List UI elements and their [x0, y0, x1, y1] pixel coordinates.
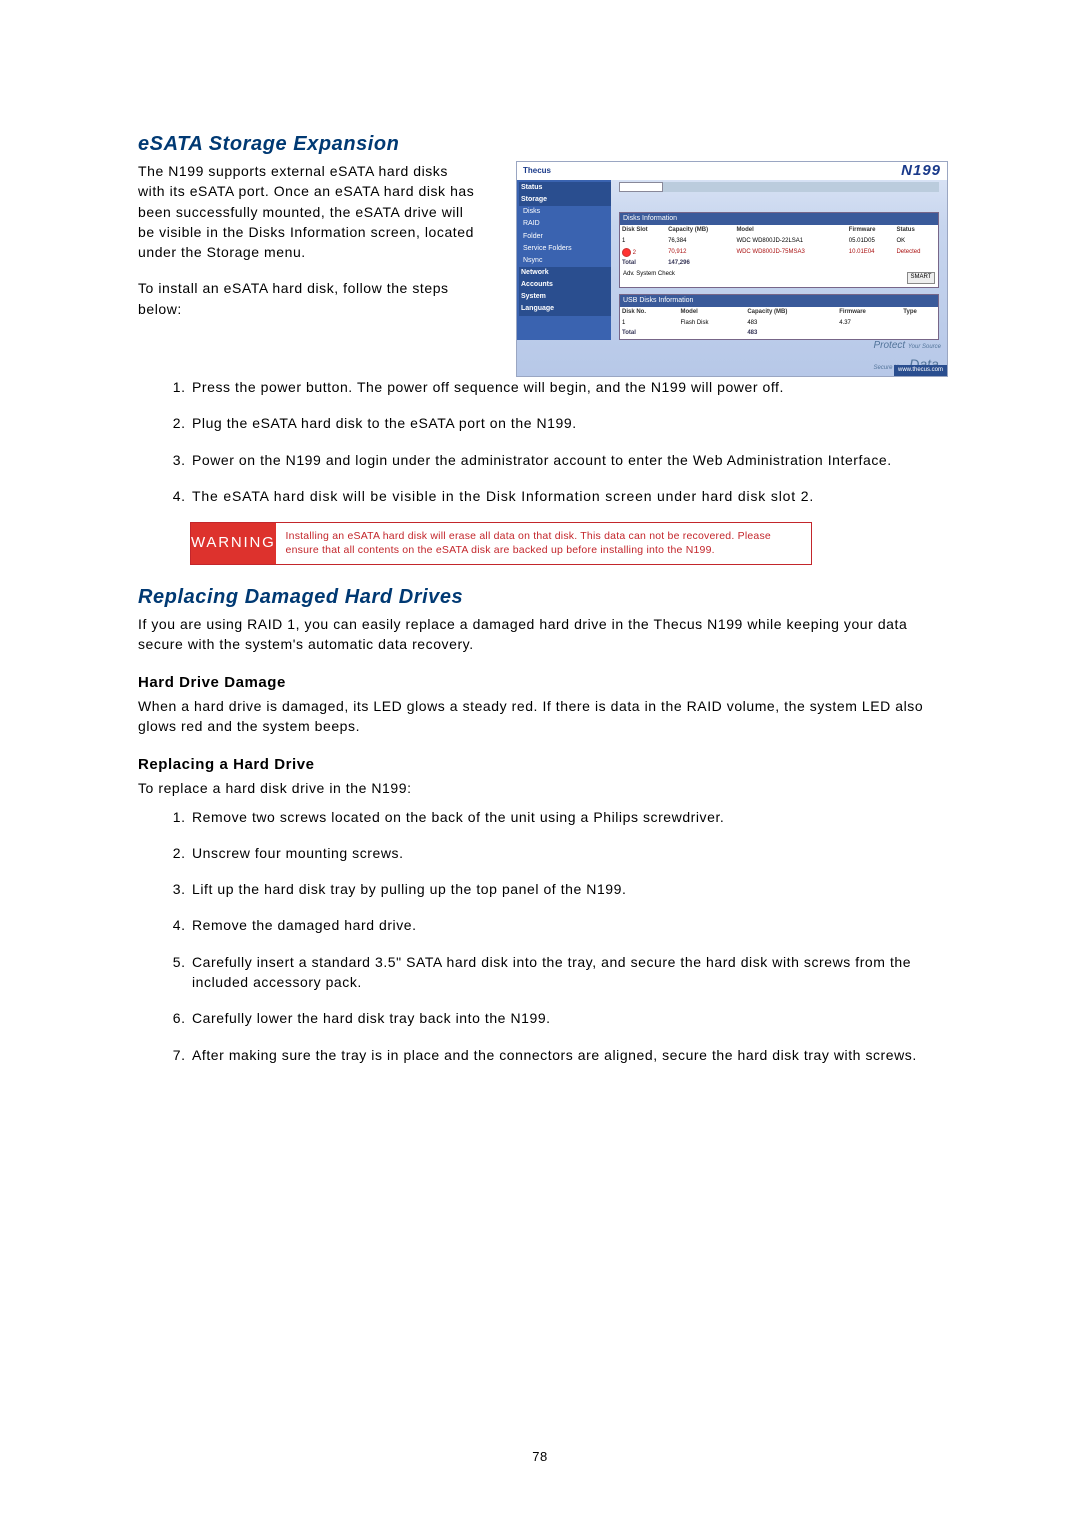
list-item: Press the power button. The power off se… [190, 377, 948, 397]
list-item: After making sure the tray is in place a… [190, 1045, 948, 1065]
list-item: Remove the damaged hard drive. [190, 915, 948, 935]
esata-steps: Press the power button. The power off se… [190, 377, 948, 506]
nav-nsync[interactable]: Nsync [519, 255, 611, 267]
table-row: Disk No. Model Capacity (MB) Firmware Ty… [620, 307, 938, 318]
para-hd-damage: When a hard drive is damaged, its LED gl… [138, 696, 948, 737]
col-fw: Firmware [847, 225, 895, 236]
col-cap: Capacity (MB) [666, 225, 734, 236]
warning-label: WARNING [191, 523, 276, 563]
nav-folder[interactable]: Folder [519, 231, 611, 243]
heading-hd-damage: Hard Drive Damage [138, 672, 948, 694]
list-item: Carefully insert a standard 3.5" SATA ha… [190, 952, 948, 993]
col-status: Status [894, 225, 938, 236]
para-replacing-intro: If you are using RAID 1, you can easily … [138, 614, 948, 655]
screenshot-disk-info: Thecus N199 Status Storage Disks RAID Fo… [516, 161, 948, 377]
side-nav: Status Storage Disks RAID Folder Service… [517, 180, 611, 340]
replace-steps: Remove two screws located on the back of… [190, 807, 948, 1065]
table-row: 1 76,384 WDC WD800JD-22LSA1 05.01D05 OK [620, 236, 938, 247]
table-row: Total 483 [620, 328, 938, 339]
nav-language[interactable]: Language [519, 303, 611, 315]
col-slot: Disk Slot [620, 225, 666, 236]
para-replace-intro: To replace a hard disk drive in the N199… [138, 778, 948, 798]
list-item: Lift up the hard disk tray by pulling up… [190, 879, 948, 899]
heading-esata: eSATA Storage Expansion [138, 130, 948, 159]
nav-system[interactable]: System [519, 291, 611, 303]
table-row: Disk Slot Capacity (MB) Model Firmware S… [620, 225, 938, 236]
panel-title-disks: Disks Information [620, 213, 938, 225]
list-item: Carefully lower the hard disk tray back … [190, 1008, 948, 1028]
warning-box: WARNING Installing an eSATA hard disk wi… [190, 522, 812, 564]
table-row: Total 147,296 [620, 258, 938, 269]
heading-replacing: Replacing Damaged Hard Drives [138, 583, 948, 612]
table-row: 2 70,912 WDC WD800JD-75MSA3 10.01E04 Det… [620, 247, 938, 259]
model-label: N199 [901, 161, 941, 182]
heading-replace-hd: Replacing a Hard Drive [138, 754, 948, 776]
list-item: Unscrew four mounting screws. [190, 843, 948, 863]
search-input[interactable] [619, 182, 663, 192]
table-usb: Disk No. Model Capacity (MB) Firmware Ty… [620, 307, 938, 339]
panel-usb-info: USB Disks Information Disk No. Model Cap… [619, 294, 939, 340]
nav-accounts[interactable]: Accounts [519, 279, 611, 291]
smart-button[interactable]: SMART [907, 272, 935, 284]
warn-icon [622, 248, 631, 257]
nav-status[interactable]: Status [519, 182, 611, 194]
panel-title-usb: USB Disks Information [620, 295, 938, 307]
table-disks: Disk Slot Capacity (MB) Model Firmware S… [620, 225, 938, 269]
smart-label: Adv. System Check [623, 271, 675, 277]
nav-disks[interactable]: Disks [519, 206, 611, 218]
list-item: The eSATA hard disk will be visible in t… [190, 486, 948, 506]
page-number: 78 [0, 1448, 1080, 1467]
table-row: 1 Flash Disk 483 4.37 [620, 318, 938, 329]
warning-text: Installing an eSATA hard disk will erase… [276, 523, 811, 563]
brand-logo: Thecus [523, 165, 551, 177]
list-item: Remove two screws located on the back of… [190, 807, 948, 827]
para-esata-presteps: To install an eSATA hard disk, follow th… [138, 278, 478, 319]
nav-service-folders[interactable]: Service Folders [519, 243, 611, 255]
nav-raid[interactable]: RAID [519, 218, 611, 230]
para-esata-intro: The N199 supports external eSATA hard di… [138, 161, 478, 262]
col-model: Model [734, 225, 846, 236]
list-item: Plug the eSATA hard disk to the eSATA po… [190, 413, 948, 433]
footer-url: www.thecus.com [894, 365, 947, 376]
list-item: Power on the N199 and login under the ad… [190, 450, 948, 470]
nav-storage[interactable]: Storage [519, 194, 611, 206]
nav-network[interactable]: Network [519, 267, 611, 279]
panel-disks-info: Disks Information Disk Slot Capacity (MB… [619, 212, 939, 288]
